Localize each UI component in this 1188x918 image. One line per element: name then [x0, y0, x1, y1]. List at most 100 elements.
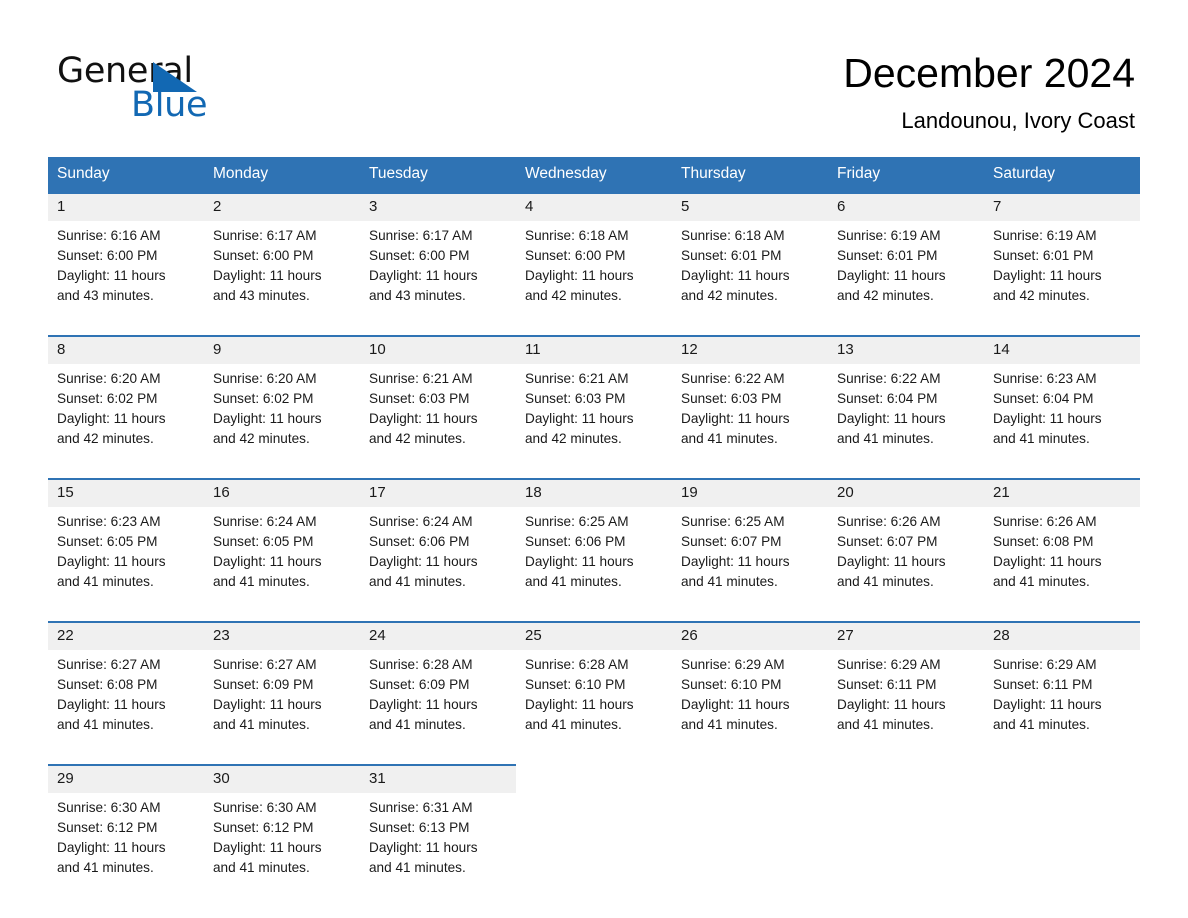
- day-cell-4-info: Sunrise: 6:18 AM Sunset: 6:00 PM Dayligh…: [516, 221, 672, 318]
- sunrise-text: Sunrise: 6:21 AM: [369, 371, 473, 386]
- sunrise-text: Sunrise: 6:19 AM: [837, 228, 941, 243]
- day-cell-18-number[interactable]: 18: [516, 478, 672, 507]
- day-cell-9-number[interactable]: 9: [204, 335, 360, 364]
- day-cell-1-number[interactable]: 1: [48, 192, 204, 221]
- day-cell-2-number[interactable]: 2: [204, 192, 360, 221]
- day-cell-15-info: Sunrise: 6:23 AM Sunset: 6:05 PM Dayligh…: [48, 507, 204, 604]
- daylight-text-line1: Daylight: 11 hours: [837, 268, 946, 283]
- day-cell-29-number[interactable]: 29: [48, 764, 204, 793]
- day-cell-17-number[interactable]: 17: [360, 478, 516, 507]
- week-4-info-row: Sunrise: 6:27 AM Sunset: 6:08 PM Dayligh…: [48, 650, 1140, 747]
- title-block: December 2024 Landounou, Ivory Coast: [843, 48, 1135, 134]
- sunrise-text: Sunrise: 6:31 AM: [369, 800, 473, 815]
- page-header: General Blue December 2024 Landounou, Iv…: [0, 0, 1188, 155]
- day-cell-12-number[interactable]: 12: [672, 335, 828, 364]
- daylight-text-line2: and 41 minutes.: [837, 574, 934, 589]
- day-cell-19-number[interactable]: 19: [672, 478, 828, 507]
- daylight-text-line2: and 41 minutes.: [837, 431, 934, 446]
- sunset-text: Sunset: 6:12 PM: [213, 820, 314, 835]
- day-cell-8-info: Sunrise: 6:20 AM Sunset: 6:02 PM Dayligh…: [48, 364, 204, 461]
- sunset-text: Sunset: 6:12 PM: [57, 820, 158, 835]
- sunset-text: Sunset: 6:05 PM: [213, 534, 314, 549]
- calendar-page: General Blue December 2024 Landounou, Iv…: [0, 0, 1188, 918]
- sunset-text: Sunset: 6:09 PM: [369, 677, 470, 692]
- brand-name-blue: Blue: [131, 85, 208, 125]
- daylight-text-line1: Daylight: 11 hours: [681, 268, 790, 283]
- day-cell-6-number[interactable]: 6: [828, 192, 984, 221]
- day-cell-21-number[interactable]: 21: [984, 478, 1140, 507]
- day-cell-31-number[interactable]: 31: [360, 764, 516, 793]
- daylight-text-line1: Daylight: 11 hours: [681, 554, 790, 569]
- daylight-text-line2: and 41 minutes.: [213, 574, 310, 589]
- day-cell-15-number[interactable]: 15: [48, 478, 204, 507]
- daylight-text-line1: Daylight: 11 hours: [57, 268, 166, 283]
- day-cell-9-info: Sunrise: 6:20 AM Sunset: 6:02 PM Dayligh…: [204, 364, 360, 461]
- daylight-text-line1: Daylight: 11 hours: [525, 268, 634, 283]
- weekday-header-row: Sunday Monday Tuesday Wednesday Thursday…: [48, 157, 1140, 193]
- daylight-text-line2: and 41 minutes.: [57, 860, 154, 875]
- daylight-text-line1: Daylight: 11 hours: [57, 554, 166, 569]
- day-cell-empty-info-3: [828, 793, 984, 890]
- sunset-text: Sunset: 6:11 PM: [993, 677, 1093, 692]
- day-cell-25-number[interactable]: 25: [516, 621, 672, 650]
- daylight-text-line2: and 42 minutes.: [213, 431, 310, 446]
- daylight-text-line2: and 41 minutes.: [525, 574, 622, 589]
- sunset-text: Sunset: 6:01 PM: [993, 248, 1094, 263]
- sunrise-text: Sunrise: 6:24 AM: [369, 514, 473, 529]
- daylight-text-line2: and 41 minutes.: [993, 431, 1090, 446]
- day-cell-26-number[interactable]: 26: [672, 621, 828, 650]
- daylight-text-line1: Daylight: 11 hours: [993, 411, 1102, 426]
- sunrise-text: Sunrise: 6:30 AM: [213, 800, 317, 815]
- daylight-text-line1: Daylight: 11 hours: [57, 697, 166, 712]
- sunrise-text: Sunrise: 6:18 AM: [525, 228, 629, 243]
- daylight-text-line2: and 42 minutes.: [525, 431, 622, 446]
- day-cell-22-number[interactable]: 22: [48, 621, 204, 650]
- day-cell-7-number[interactable]: 7: [984, 192, 1140, 221]
- day-cell-3-number[interactable]: 3: [360, 192, 516, 221]
- sunrise-text: Sunrise: 6:25 AM: [681, 514, 785, 529]
- daylight-text-line2: and 41 minutes.: [681, 717, 778, 732]
- day-cell-20-number[interactable]: 20: [828, 478, 984, 507]
- day-cell-3-info: Sunrise: 6:17 AM Sunset: 6:00 PM Dayligh…: [360, 221, 516, 318]
- day-cell-28-number[interactable]: 28: [984, 621, 1140, 650]
- daylight-text-line2: and 43 minutes.: [213, 288, 310, 303]
- daylight-text-line2: and 41 minutes.: [681, 431, 778, 446]
- sunrise-text: Sunrise: 6:26 AM: [837, 514, 941, 529]
- day-cell-empty-info-2: [672, 793, 828, 890]
- day-cell-11-number[interactable]: 11: [516, 335, 672, 364]
- day-cell-30-number[interactable]: 30: [204, 764, 360, 793]
- day-cell-14-number[interactable]: 14: [984, 335, 1140, 364]
- day-cell-6-info: Sunrise: 6:19 AM Sunset: 6:01 PM Dayligh…: [828, 221, 984, 318]
- daylight-text-line1: Daylight: 11 hours: [681, 697, 790, 712]
- weekday-header-friday: Friday: [828, 157, 984, 193]
- week-separator: [48, 747, 1140, 765]
- day-cell-10-number[interactable]: 10: [360, 335, 516, 364]
- day-cell-7-info: Sunrise: 6:19 AM Sunset: 6:01 PM Dayligh…: [984, 221, 1140, 318]
- daylight-text-line2: and 41 minutes.: [993, 574, 1090, 589]
- sunset-text: Sunset: 6:05 PM: [57, 534, 158, 549]
- day-cell-23-number[interactable]: 23: [204, 621, 360, 650]
- sunrise-text: Sunrise: 6:17 AM: [213, 228, 317, 243]
- sunrise-text: Sunrise: 6:20 AM: [57, 371, 161, 386]
- sunset-text: Sunset: 6:03 PM: [525, 391, 626, 406]
- sunset-text: Sunset: 6:03 PM: [369, 391, 470, 406]
- day-cell-4-number[interactable]: 4: [516, 192, 672, 221]
- daylight-text-line1: Daylight: 11 hours: [369, 840, 478, 855]
- sunrise-text: Sunrise: 6:28 AM: [525, 657, 629, 672]
- week-1-info-row: Sunrise: 6:16 AM Sunset: 6:00 PM Dayligh…: [48, 221, 1140, 318]
- daylight-text-line2: and 41 minutes.: [57, 574, 154, 589]
- daylight-text-line2: and 42 minutes.: [369, 431, 466, 446]
- daylight-text-line2: and 42 minutes.: [57, 431, 154, 446]
- daylight-text-line2: and 43 minutes.: [369, 288, 466, 303]
- day-cell-22-info: Sunrise: 6:27 AM Sunset: 6:08 PM Dayligh…: [48, 650, 204, 747]
- sunset-text: Sunset: 6:11 PM: [837, 677, 937, 692]
- weekday-header-wednesday: Wednesday: [516, 157, 672, 193]
- day-cell-27-number[interactable]: 27: [828, 621, 984, 650]
- day-cell-13-number[interactable]: 13: [828, 335, 984, 364]
- day-cell-5-number[interactable]: 5: [672, 192, 828, 221]
- sunrise-text: Sunrise: 6:29 AM: [681, 657, 785, 672]
- day-cell-24-number[interactable]: 24: [360, 621, 516, 650]
- day-cell-16-number[interactable]: 16: [204, 478, 360, 507]
- sunset-text: Sunset: 6:10 PM: [681, 677, 782, 692]
- day-cell-8-number[interactable]: 8: [48, 335, 204, 364]
